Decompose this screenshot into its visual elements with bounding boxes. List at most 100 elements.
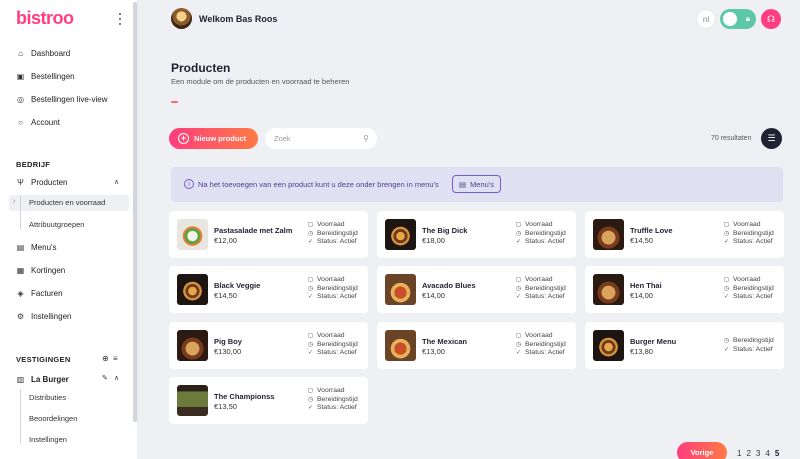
check-circle-icon: ✓: [515, 239, 522, 245]
sidebar-item-location-instellingen[interactable]: Instellingen: [29, 435, 67, 444]
product-price: €13,00: [422, 347, 445, 356]
product-name: The Championss: [214, 392, 275, 401]
more-options-icon[interactable]: [118, 13, 122, 25]
section-title-bedrijf: BEDRIJF: [16, 160, 51, 169]
box-icon: ▢: [723, 222, 730, 228]
tag-icon: ◈: [17, 288, 24, 298]
product-price: €14,50: [214, 291, 237, 300]
product-status-list: ▢ Voorraad ◷ Bereidingstijd ✓ Status: Actie…: [307, 332, 358, 356]
product-name: The Big Dick: [422, 226, 468, 235]
sidebar-item-menus[interactable]: ▤ Menu's: [16, 241, 57, 253]
product-price: €14,00: [630, 291, 653, 300]
clock-icon: ◷: [723, 338, 730, 344]
sidebar-item-kortingen[interactable]: ▦ Kortingen: [16, 264, 66, 276]
list-icon[interactable]: ≡: [113, 354, 118, 363]
product-status-list: ◷ Bereidingstijd ✓ Status: Actief: [723, 337, 774, 353]
check-circle-icon: ✓: [515, 294, 522, 300]
sidebar-item-attribuutgroepen[interactable]: Attribuutgroepen: [29, 220, 84, 229]
avatar[interactable]: [171, 8, 192, 29]
info-banner: i Na het toevoegen van een product kunt …: [171, 167, 783, 202]
chevron-up-icon[interactable]: ∧: [114, 178, 119, 186]
box-icon: ▢: [307, 277, 314, 283]
support-headset-icon[interactable]: ☊: [761, 9, 781, 29]
product-image: [385, 219, 416, 250]
product-name: Avacado Blues: [422, 281, 476, 290]
sidebar-item-producten-en-voorraad[interactable]: Producten en voorraad: [29, 198, 105, 207]
check-circle-icon: ✓: [307, 405, 314, 411]
product-name: Black Veggie: [214, 281, 261, 290]
home-icon: ⌂: [18, 48, 23, 58]
page-link[interactable]: 1: [737, 449, 741, 458]
store-icon: ▥: [16, 374, 25, 384]
product-image: [593, 219, 624, 250]
product-card[interactable]: Pig Boy €130,00 ▢ Voorraad ◷ Bereidingstij…: [169, 322, 368, 369]
product-status-list: ▢ Voorraad ◷ Bereidingstijd ✓ Status: Actie…: [307, 221, 358, 245]
box-icon: ▢: [515, 277, 522, 283]
product-card[interactable]: The Big Dick €18,00 ▢ Voorraad ◷ Bereiding…: [377, 211, 576, 258]
product-card[interactable]: Burger Menu €13,80 ◷ Bereidingstijd ✓ Stat…: [585, 322, 784, 369]
new-product-button[interactable]: + Nieuw product: [169, 128, 258, 149]
page-link[interactable]: 3: [756, 449, 760, 458]
clock-icon: ◷: [307, 341, 314, 348]
toggle-knob: [723, 12, 737, 26]
clock-icon: ◷: [723, 285, 730, 292]
clock-icon: ◷: [515, 230, 522, 237]
sidebar-item-distributies[interactable]: Distributies: [29, 393, 66, 402]
menu-book-icon: ▤: [458, 179, 467, 189]
edit-icon[interactable]: ✎: [102, 374, 108, 382]
product-card[interactable]: Hen Thai €14,00 ▢ Voorraad ◷ Bereidingstij…: [585, 266, 784, 313]
product-card[interactable]: Black Veggie €14,50 ▢ Voorraad ◷ Bereiding…: [169, 266, 368, 313]
product-card[interactable]: Avacado Blues €14,00 ▢ Voorraad ◷ Bereidin…: [377, 266, 576, 313]
sidebar-item-beoordelingen[interactable]: Beoordelingen: [29, 414, 77, 423]
check-circle-icon: ✓: [307, 239, 314, 245]
menus-button[interactable]: ▤ Menu's: [452, 175, 501, 193]
sidebar-item-account[interactable]: ○ Account: [16, 116, 60, 128]
tree-line: [20, 195, 21, 229]
product-price: €14,00: [422, 291, 445, 300]
clock-icon: ◷: [307, 230, 314, 237]
menu-book-icon: ▤: [16, 242, 25, 252]
product-card[interactable]: Truffle Love €14,50 ▢ Voorraad ◷ Bereiding…: [585, 211, 784, 258]
product-name: The Mexican: [422, 337, 468, 346]
bistroo-logo[interactable]: bistroo: [16, 8, 74, 29]
sidebar-item-facturen[interactable]: ◈ Facturen: [16, 287, 62, 299]
page-title: Producten: [171, 61, 231, 75]
sidebar-scrollbar[interactable]: [133, 2, 137, 422]
sidebar-item-bestellingen[interactable]: ▣ Bestellingen: [16, 70, 75, 82]
clock-icon: ◷: [307, 396, 314, 403]
chevron-up-icon[interactable]: ∧: [114, 374, 119, 382]
product-card[interactable]: The Mexican €13,00 ▢ Voorraad ◷ Bereidings…: [377, 322, 576, 369]
search-icon: ⚲: [363, 134, 369, 143]
product-card[interactable]: The Championss €13,50 ▢ Voorraad ◷ Bereidi…: [169, 377, 368, 424]
search-input[interactable]: [274, 134, 354, 143]
pagination: 1 2 3 4 5: [737, 449, 779, 458]
info-icon: i: [184, 179, 194, 189]
cutlery-icon: Ψ: [17, 177, 24, 187]
sidebar-item-la-burger[interactable]: ▥ La Burger: [16, 373, 69, 385]
product-image: [385, 274, 416, 305]
info-text: Na het toevoegen van een product kunt u …: [198, 180, 439, 189]
product-status-list: ▢ Voorraad ◷ Bereidingstijd ✓ Status: Actie…: [723, 221, 774, 245]
page-link[interactable]: 4: [765, 449, 769, 458]
list-view-button[interactable]: ☰: [761, 128, 782, 149]
sidebar-item-producten[interactable]: Ψ Producten: [16, 176, 67, 188]
store-open-toggle[interactable]: 🔒︎: [720, 9, 756, 29]
sidebar-item-instellingen[interactable]: ⚙ Instellingen: [16, 310, 72, 322]
check-circle-icon: ✓: [515, 350, 522, 356]
product-card[interactable]: Pastasalade met Zalm €12,00 ▢ Voorraad ◷ B…: [169, 211, 368, 258]
previous-page-button[interactable]: Vorige: [677, 442, 727, 459]
language-switch[interactable]: nl: [696, 9, 716, 29]
search-field[interactable]: ⚲: [265, 128, 377, 149]
sidebar: bistroo ⌂ Dashboard ▣ Bestellingen ◎ Bes…: [0, 0, 138, 459]
sidebar-item-bestellingen-live-view[interactable]: ◎ Bestellingen live-view: [16, 93, 107, 105]
product-name: Pig Boy: [214, 337, 242, 346]
product-status-list: ▢ Voorraad ◷ Bereidingstijd ✓ Status: Actie…: [515, 332, 566, 356]
add-circle-icon[interactable]: ⊕: [102, 354, 109, 363]
results-count: 70 resultaten: [711, 135, 752, 142]
sidebar-item-dashboard[interactable]: ⌂ Dashboard: [16, 47, 70, 59]
product-price: €130,00: [214, 347, 242, 356]
check-circle-icon: ✓: [723, 346, 730, 353]
product-image: [177, 385, 208, 416]
page-link-current[interactable]: 5: [775, 449, 779, 458]
page-link[interactable]: 2: [746, 449, 750, 458]
